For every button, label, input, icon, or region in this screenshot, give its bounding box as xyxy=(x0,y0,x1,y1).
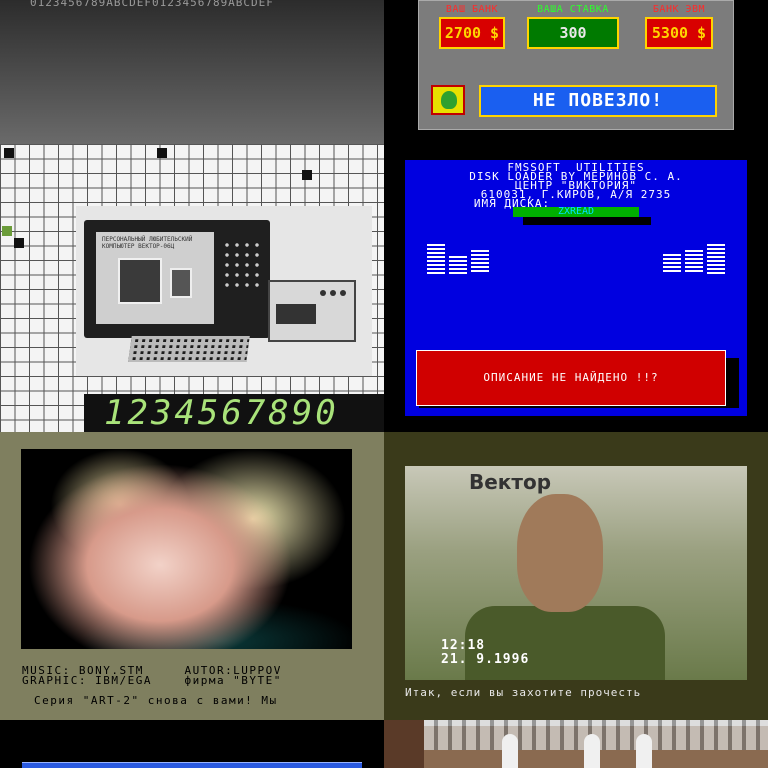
hex-strip-text: 0123456789ABCDEF0123456789ABCDEF xyxy=(30,0,274,9)
pc-bank-value: 5300 $ xyxy=(645,17,713,49)
screen-computer-graphic xyxy=(118,258,162,304)
bank-label: ВАШ БАНК xyxy=(445,4,499,15)
level-bar xyxy=(471,250,489,274)
grid-mark xyxy=(4,148,14,158)
grid-mark xyxy=(2,226,12,236)
screen-disk-graphic xyxy=(170,268,192,298)
right-level-meter xyxy=(663,244,725,274)
result-message: НЕ ПОВЕЗЛО! xyxy=(479,85,717,117)
control-room-tile xyxy=(384,720,768,768)
tape-slot xyxy=(276,304,316,324)
level-bar xyxy=(663,254,681,274)
digit-banner: 1234567890 xyxy=(84,394,384,432)
operator-figure xyxy=(502,734,518,768)
bank-value: 2700 $ xyxy=(439,17,505,49)
level-bar xyxy=(449,256,467,274)
computer-desk: ПЕРСОНАЛЬНЫЙ ЛЮБИТЕЛЬСКИЙ КОМПЬЮТЕР ВЕКТ… xyxy=(80,212,356,368)
bet-value: 300 xyxy=(527,17,619,49)
disk-name-shadow xyxy=(523,217,651,225)
monitor-screen: ПЕРСОНАЛЬНЫЙ ЛЮБИТЕЛЬСКИЙ КОМПЬЮТЕР ВЕКТ… xyxy=(96,232,214,324)
casino-screen-tile: ВАШ БАНК 2700 $ ВАША СТАВКА 300 БАНК ЭВМ… xyxy=(384,0,768,144)
art-demo-tile: MUSIC: BONY.STM AUTOR:LUPPOV GRAPHIC: IB… xyxy=(0,432,384,720)
window-top-edge xyxy=(22,762,362,768)
credits-line-2: GRAPHIC: IBM/EGA фирма "BYTE" xyxy=(22,674,282,687)
grid-mark xyxy=(302,170,312,180)
computer-photo: ПЕРСОНАЛЬНЫЙ ЛЮБИТЕЛЬСКИЙ КОМПЬЮТЕР ВЕКТ… xyxy=(76,206,372,376)
building-sign: Вектор xyxy=(469,470,552,494)
computer-ad-tile: ПЕРСОНАЛЬНЫЙ ЛЮБИТЕЛЬСКИЙ КОМПЬЮТЕР ВЕКТ… xyxy=(0,144,384,432)
keyboard xyxy=(128,336,250,362)
level-bar xyxy=(707,244,725,274)
video-date: 21. 9.1996 xyxy=(441,652,530,667)
monitor-buttons xyxy=(222,240,260,290)
pc-bank-slot: БАНК ЭВМ 5300 $ xyxy=(645,4,713,49)
grid-mark xyxy=(157,148,167,158)
person-face xyxy=(517,494,603,612)
parrot-icon xyxy=(431,85,465,115)
disk-loader-tile: FMSSOFT UTILITIES DISK LOADER BY МЕРИНОВ… xyxy=(384,144,768,432)
bet-label: ВАША СТАВКА xyxy=(537,4,609,15)
error-message-box: ОПИСАНИЕ НЕ НАЙДЕНО !!? xyxy=(416,350,726,406)
art-picture xyxy=(21,449,352,649)
loader-screen: FMSSOFT UTILITIES DISK LOADER BY МЕРИНОВ… xyxy=(405,160,747,416)
monitor: ПЕРСОНАЛЬНЫЙ ЛЮБИТЕЛЬСКИЙ КОМПЬЮТЕР ВЕКТ… xyxy=(84,220,270,338)
pc-bank-label: БАНК ЭВМ xyxy=(652,4,706,15)
left-level-meter xyxy=(427,244,489,274)
video-caption: Итак, если вы захотите прочесть xyxy=(405,686,642,699)
video-frame: Вектор 12:18 21. 9.1996 xyxy=(405,466,747,680)
grid-mark xyxy=(14,238,24,248)
tape-knob xyxy=(340,290,346,296)
hex-screen-tile: 0123456789ABCDEF0123456789ABCDEF xyxy=(0,0,384,144)
bank-slot: ВАШ БАНК 2700 $ xyxy=(439,4,505,49)
operator-figure xyxy=(584,734,600,768)
disk-name-field[interactable]: ZXREAD xyxy=(513,207,639,217)
level-bar xyxy=(685,250,703,274)
screen-caption: ПЕРСОНАЛЬНЫЙ ЛЮБИТЕЛЬСКИЙ КОМПЬЮТЕР ВЕКТ… xyxy=(102,236,193,250)
blue-window-tile xyxy=(0,720,384,768)
tape-recorder xyxy=(268,280,356,342)
video-time: 12:18 xyxy=(441,638,486,653)
operator-figure xyxy=(636,734,652,768)
tape-knob xyxy=(330,290,336,296)
bet-slot: ВАША СТАВКА 300 xyxy=(527,4,619,49)
person-body xyxy=(465,606,665,680)
casino-panel: ВАШ БАНК 2700 $ ВАША СТАВКА 300 БАНК ЭВМ… xyxy=(418,0,734,130)
tape-knob xyxy=(320,290,326,296)
video-frame-tile: Вектор 12:18 21. 9.1996 Итак, если вы за… xyxy=(384,432,768,720)
scroller-text: Серия "ART-2" снова с вами! Мы xyxy=(34,694,278,707)
level-bar xyxy=(427,244,445,274)
